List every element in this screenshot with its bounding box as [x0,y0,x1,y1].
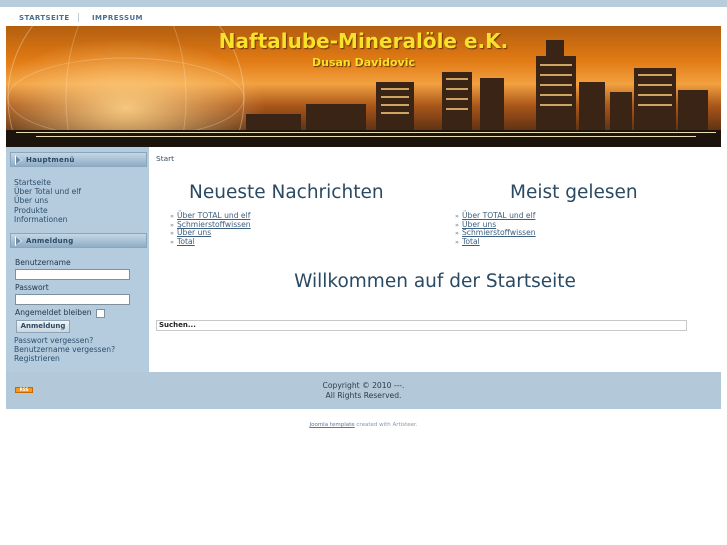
login-title: Anmeldung [26,237,74,245]
bullet-icon: » [455,220,459,229]
arrow-right-inner-icon [16,237,21,245]
menu-item-informationen[interactable]: Informationen [14,215,81,224]
password-input[interactable] [15,294,130,305]
news-list: » Über TOTAL und elf » Schmierstoffwissen … [170,211,251,246]
register-link[interactable]: Registrieren [14,354,115,363]
copyright-line: Copyright © 2010 ---. [322,381,405,390]
site-header-banner: Naftalube-Mineralöle e.K. Dusan Davidovi… [6,26,721,147]
news-title: Neueste Nachrichten [189,182,384,203]
template-credit: Joomla template created with Artisteer. [0,422,727,428]
footer: RSS Copyright © 2010 ---. All Rights Res… [6,372,721,409]
forgot-password-link[interactable]: Passwort vergessen? [14,336,115,345]
password-label: Passwort [15,283,49,292]
login-button[interactable]: Anmeldung [16,320,70,333]
popular-title: Meist gelesen [510,182,638,203]
remember-label: Angemeldet bleiben [15,308,92,317]
main-menu: Startseite Über Total und elf Über uns P… [14,178,81,224]
main-content: Start Neueste Nachrichten » Über TOTAL un… [149,147,721,372]
arrow-right-inner-icon [16,156,21,164]
menu-item-startseite[interactable]: Startseite [14,178,81,187]
bullet-icon: » [455,237,459,246]
nav-separator [78,13,79,22]
list-item: » Total [455,236,480,246]
bullet-icon: » [170,237,174,246]
list-item: » Total [170,236,195,246]
joomla-template-link[interactable]: Joomla template [309,422,354,428]
search-input[interactable]: Suchen... [156,320,687,331]
top-strip [0,0,727,7]
bullet-icon: » [170,229,174,238]
site-subtitle: Dusan Davidovic [312,56,415,69]
nav-impressum-link[interactable]: IMPRESSUM [92,14,143,22]
credit-text: created with Artisteer. [354,422,418,428]
main-menu-header: Hauptmenü [10,152,147,167]
bullet-icon: » [170,220,174,229]
menu-item-total-elf[interactable]: Über Total und elf [14,187,81,196]
main-menu-title: Hauptmenü [26,156,75,164]
welcome-heading: Willkommen auf der Startseite [294,271,576,292]
copyright-text: Copyright © 2010 ---. All Rights Reserve… [6,381,721,401]
username-input[interactable] [15,269,130,280]
menu-item-ueber-uns[interactable]: Über uns [14,196,81,205]
username-label: Benutzername [15,258,71,267]
login-links: Passwort vergessen? Benutzername vergess… [14,336,115,364]
bullet-icon: » [455,229,459,238]
bullet-icon: » [455,212,459,220]
bullet-icon: » [170,212,174,220]
site-title: Naftalube-Mineralöle e.K. [218,29,509,53]
popular-list: » Über TOTAL und elf » Über uns » Schmierst… [455,211,536,246]
remember-checkbox[interactable] [96,309,105,318]
sidebar: Hauptmenü Startseite Über Total und elf … [6,147,149,372]
nav-startseite-link[interactable]: STARTSEITE [19,14,70,22]
rights-line: All Rights Reserved. [325,391,402,400]
menu-item-produkte[interactable]: Produkte [14,206,81,215]
login-header: Anmeldung [10,233,147,248]
top-navigation: STARTSEITE IMPRESSUM [6,10,721,26]
forgot-username-link[interactable]: Benutzername vergessen? [14,345,115,354]
breadcrumb[interactable]: Start [156,154,174,163]
